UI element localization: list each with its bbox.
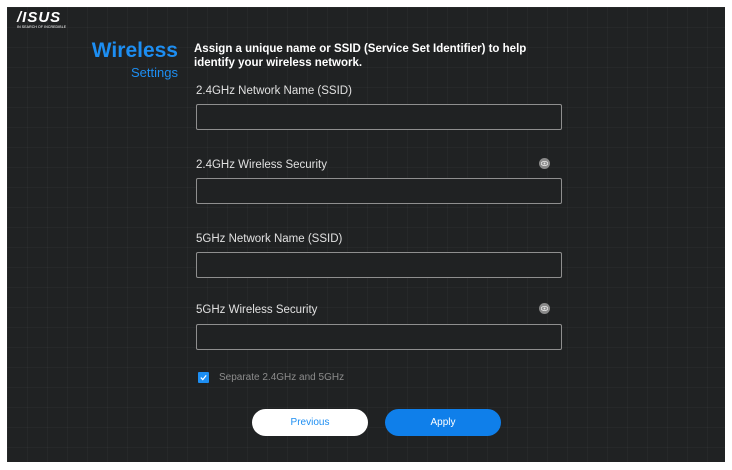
- page-subtitle: Settings: [131, 65, 178, 80]
- ssid-24-label: 2.4GHz Network Name (SSID): [196, 85, 352, 97]
- brand-wordmark: /ISUS: [17, 9, 62, 26]
- ssid-24-input[interactable]: [196, 104, 562, 130]
- brand-tagline: IN SEARCH OF INCREDIBLE: [17, 25, 67, 29]
- ssid-5-label: 5GHz Network Name (SSID): [196, 233, 343, 245]
- security-24-label: 2.4GHz Wireless Security: [196, 159, 328, 171]
- eye-icon[interactable]: [539, 158, 550, 169]
- separate-bands-label: Separate 2.4GHz and 5GHz: [219, 372, 345, 383]
- previous-button[interactable]: Previous: [252, 409, 368, 436]
- security-5-input[interactable]: [196, 324, 562, 350]
- instruction-text: Assign a unique name or SSID (Service Se…: [194, 43, 527, 69]
- asus-logo: /ISUS IN SEARCH OF INCREDIBLE: [17, 10, 77, 32]
- setup-panel: /ISUS IN SEARCH OF INCREDIBLE Wireless S…: [7, 7, 725, 462]
- ssid-5-input[interactable]: [196, 252, 562, 278]
- security-24-input[interactable]: [196, 178, 562, 204]
- page-title: Wireless: [91, 39, 178, 62]
- apply-button[interactable]: Apply: [385, 409, 501, 436]
- security-5-label: 5GHz Wireless Security: [196, 304, 318, 316]
- eye-icon[interactable]: [539, 303, 550, 314]
- separate-bands-checkbox[interactable]: [198, 372, 209, 383]
